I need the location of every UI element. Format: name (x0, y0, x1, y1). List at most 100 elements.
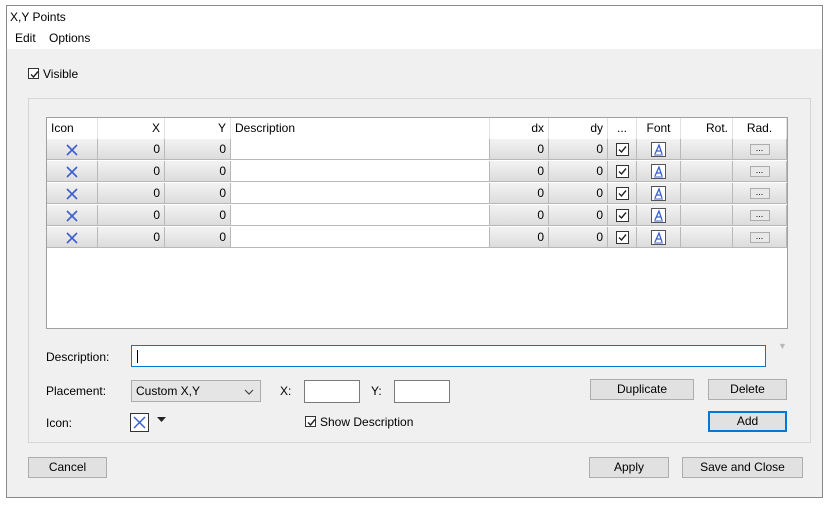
row-icon-cell[interactable] (47, 205, 98, 226)
row-dx-cell[interactable]: 0 (490, 227, 549, 248)
points-grid[interactable]: Icon X Y Description dx dy ... Font Rot.… (46, 117, 788, 329)
row-dy-cell[interactable]: 0 (549, 161, 608, 182)
xy-points-window: X,Y Points Edit Options Visible Icon X Y… (6, 5, 823, 498)
description-input[interactable] (131, 345, 766, 367)
row-x-cell[interactable]: 0 (98, 183, 165, 204)
row-dx-cell[interactable]: 0 (490, 161, 549, 182)
col-header-icon[interactable]: Icon (47, 118, 98, 139)
font-a-icon[interactable] (651, 230, 666, 246)
row-show-cell[interactable] (608, 139, 637, 160)
row-rad-button[interactable]: ... (749, 210, 770, 222)
placement-select[interactable]: Custom X,Y (131, 380, 261, 402)
row-dy-cell[interactable]: 0 (549, 183, 608, 204)
col-header-dx[interactable]: dx (490, 118, 549, 139)
row-y-cell[interactable]: 0 (165, 227, 231, 248)
table-row[interactable]: 0 0 0 0 ... (47, 161, 787, 183)
row-rad-button[interactable]: ... (749, 144, 770, 156)
checkmark-icon (30, 71, 39, 79)
row-rot-cell[interactable] (681, 205, 733, 226)
row-font-cell[interactable] (637, 183, 681, 204)
row-font-cell[interactable] (637, 227, 681, 248)
save-and-close-button[interactable]: Save and Close (682, 457, 803, 478)
col-header-rot[interactable]: Rot. (681, 118, 733, 139)
col-header-description[interactable]: Description (231, 118, 490, 139)
row-icon-cell[interactable] (47, 161, 98, 182)
row-description-cell[interactable] (231, 139, 490, 160)
row-rad-cell[interactable]: ... (733, 161, 787, 182)
row-description-cell[interactable] (231, 205, 490, 226)
row-rad-cell[interactable]: ... (733, 205, 787, 226)
col-header-rad[interactable]: Rad. (733, 118, 787, 139)
row-rad-cell[interactable]: ... (733, 227, 787, 248)
row-dy-cell[interactable]: 0 (549, 227, 608, 248)
add-button[interactable]: Add (708, 411, 787, 432)
row-show-cell[interactable] (608, 183, 637, 204)
font-a-icon[interactable] (651, 142, 666, 158)
col-header-show[interactable]: ... (608, 118, 637, 139)
chevron-down-icon[interactable]: ▼ (778, 341, 787, 351)
row-x-cell[interactable]: 0 (98, 205, 165, 226)
row-icon-cell[interactable] (47, 183, 98, 204)
row-show-cell[interactable] (608, 205, 637, 226)
row-rot-cell[interactable] (681, 161, 733, 182)
row-show-checkbox[interactable] (615, 231, 629, 245)
row-font-cell[interactable] (637, 205, 681, 226)
row-x-cell[interactable]: 0 (98, 161, 165, 182)
row-rot-cell[interactable] (681, 227, 733, 248)
row-show-checkbox[interactable] (615, 143, 629, 157)
row-rad-cell[interactable]: ... (733, 183, 787, 204)
show-description-checkbox[interactable] (305, 416, 316, 427)
row-y-cell[interactable]: 0 (165, 161, 231, 182)
row-dy-cell[interactable]: 0 (549, 205, 608, 226)
font-a-icon[interactable] (651, 164, 666, 180)
font-a-icon[interactable] (651, 186, 666, 202)
row-y-cell[interactable]: 0 (165, 139, 231, 160)
row-show-cell[interactable] (608, 227, 637, 248)
table-row[interactable]: 0 0 0 0 ... (47, 139, 787, 161)
menu-edit[interactable]: Edit (15, 28, 36, 49)
row-show-cell[interactable] (608, 161, 637, 182)
menu-options[interactable]: Options (49, 28, 90, 49)
row-font-cell[interactable] (637, 139, 681, 160)
row-font-cell[interactable] (637, 161, 681, 182)
row-rad-button[interactable]: ... (749, 232, 770, 244)
row-rad-cell[interactable]: ... (733, 139, 787, 160)
table-row[interactable]: 0 0 0 0 ... (47, 205, 787, 227)
row-description-cell[interactable] (231, 183, 490, 204)
row-icon-cell[interactable] (47, 139, 98, 160)
icon-picker[interactable] (130, 413, 149, 432)
row-rot-cell[interactable] (681, 183, 733, 204)
row-show-checkbox[interactable] (615, 165, 629, 179)
row-dy-cell[interactable]: 0 (549, 139, 608, 160)
table-row[interactable]: 0 0 0 0 ... (47, 227, 787, 249)
delete-button[interactable]: Delete (708, 379, 787, 400)
col-header-x[interactable]: X (98, 118, 165, 139)
cancel-button[interactable]: Cancel (28, 457, 107, 478)
row-dx-cell[interactable]: 0 (490, 205, 549, 226)
y-input[interactable] (394, 380, 450, 403)
row-y-cell[interactable]: 0 (165, 183, 231, 204)
row-x-cell[interactable]: 0 (98, 139, 165, 160)
row-icon-cell[interactable] (47, 227, 98, 248)
row-rad-button[interactable]: ... (749, 188, 770, 200)
visible-checkbox[interactable] (28, 68, 39, 79)
row-x-cell[interactable]: 0 (98, 227, 165, 248)
row-y-cell[interactable]: 0 (165, 205, 231, 226)
row-show-checkbox[interactable] (615, 187, 629, 201)
duplicate-button[interactable]: Duplicate (590, 379, 694, 400)
row-description-cell[interactable] (231, 227, 490, 248)
chevron-down-icon[interactable] (157, 417, 166, 423)
row-description-cell[interactable] (231, 161, 490, 182)
table-row[interactable]: 0 0 0 0 ... (47, 183, 787, 205)
col-header-font[interactable]: Font (637, 118, 681, 139)
row-rot-cell[interactable] (681, 139, 733, 160)
col-header-y[interactable]: Y (165, 118, 231, 139)
row-dx-cell[interactable]: 0 (490, 183, 549, 204)
x-input[interactable] (304, 380, 360, 403)
row-dx-cell[interactable]: 0 (490, 139, 549, 160)
apply-button[interactable]: Apply (589, 457, 669, 478)
row-show-checkbox[interactable] (615, 209, 629, 223)
col-header-dy[interactable]: dy (549, 118, 608, 139)
font-a-icon[interactable] (651, 208, 666, 224)
row-rad-button[interactable]: ... (749, 166, 770, 178)
